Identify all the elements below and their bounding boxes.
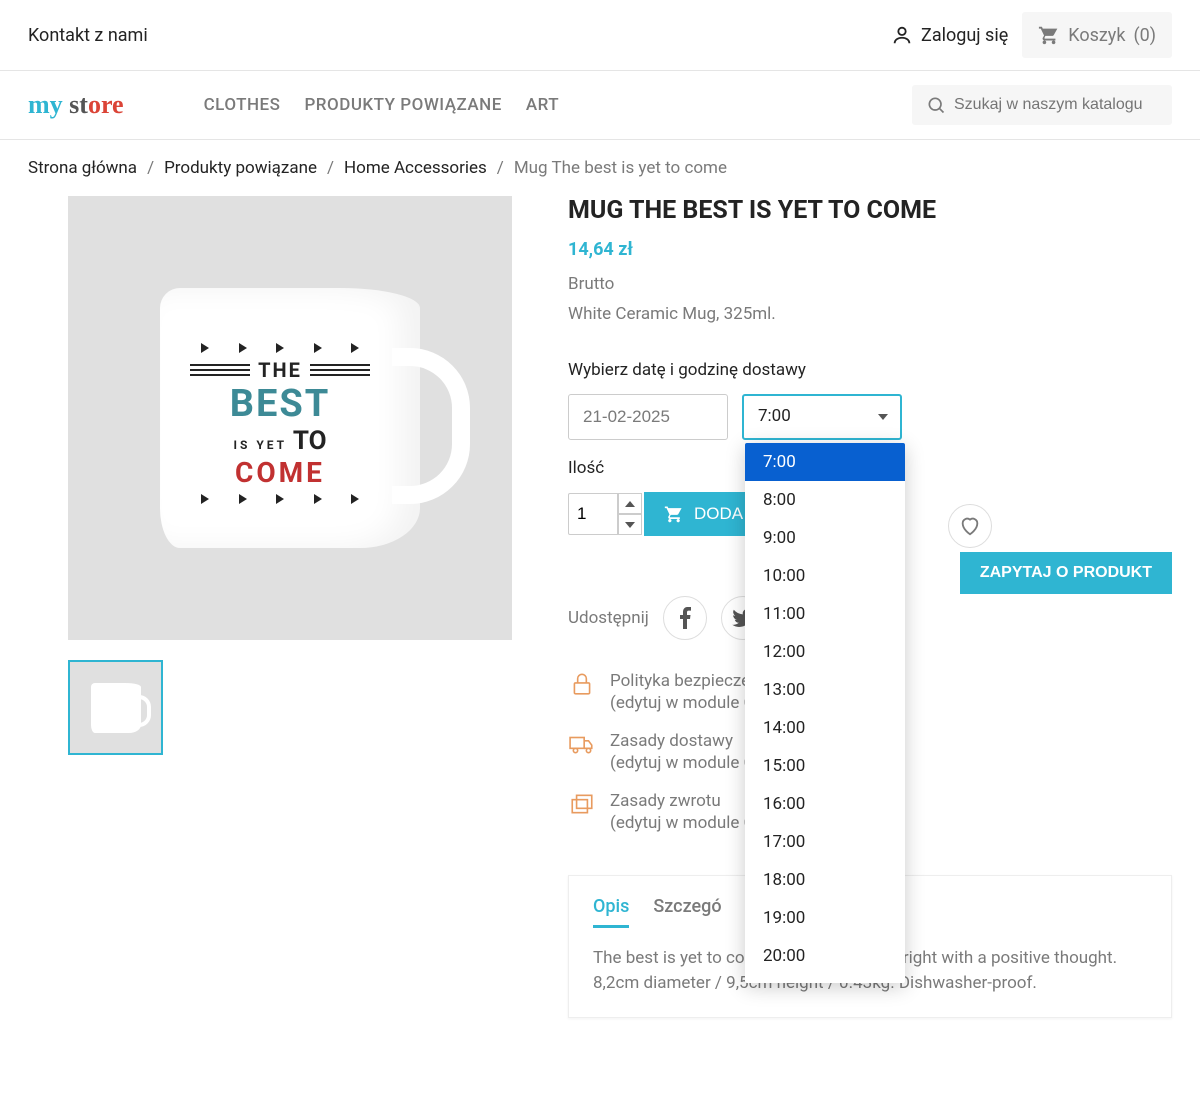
facebook-icon — [679, 607, 691, 629]
cart-count: (0) — [1133, 25, 1156, 46]
time-option-17-00[interactable]: 17:00 — [745, 823, 905, 861]
time-option-20-00[interactable]: 20:00 — [745, 937, 905, 975]
ask-product-button[interactable]: ZAPYTAJ O PRODUKT — [960, 552, 1172, 594]
product-title: MUG THE BEST IS YET TO COME — [568, 196, 1172, 225]
cart-icon — [1038, 24, 1060, 46]
return-icon — [568, 790, 596, 818]
login-link[interactable]: Zaloguj się — [877, 16, 1022, 54]
contact-link[interactable]: Kontakt z nami — [28, 25, 148, 46]
bc-accessories[interactable]: Home Accessories — [344, 158, 487, 178]
bc-current: Mug The best is yet to come — [514, 158, 727, 178]
product-gallery: THE BEST IS YET TO COME — [28, 196, 538, 1018]
short-description: White Ceramic Mug, 325ml. — [568, 304, 1172, 324]
time-option-11-00[interactable]: 11:00 — [745, 595, 905, 633]
tab-details[interactable]: Szczegó — [653, 896, 721, 928]
person-icon — [891, 24, 913, 46]
heart-icon — [959, 515, 981, 537]
main-nav: CLOTHES PRODUKTY POWIĄZANE ART — [204, 95, 560, 115]
time-option-10-00[interactable]: 10:00 — [745, 557, 905, 595]
chevron-up-icon — [625, 501, 635, 507]
qty-up[interactable] — [618, 493, 642, 514]
product-details: MUG THE BEST IS YET TO COME 14,64 zł Bru… — [568, 196, 1172, 1018]
thumbnail-1[interactable] — [68, 660, 163, 755]
share-label: Udostępnij — [568, 608, 649, 628]
product-price: 14,64 zł — [568, 239, 1172, 260]
tax-label: Brutto — [568, 274, 1172, 294]
time-option-18-00[interactable]: 18:00 — [745, 861, 905, 899]
time-option-12-00[interactable]: 12:00 — [745, 633, 905, 671]
bc-home[interactable]: Strona główna — [28, 158, 137, 178]
time-dropdown: 7:008:009:0010:0011:0012:0013:0014:0015:… — [745, 443, 905, 983]
share-facebook[interactable] — [663, 596, 707, 640]
nav-related[interactable]: PRODUKTY POWIĄZANE — [304, 95, 501, 115]
breadcrumb: Strona główna/ Produkty powiązane/ Home … — [0, 140, 1200, 178]
truck-icon — [568, 730, 596, 758]
time-option-8-00[interactable]: 8:00 — [745, 481, 905, 519]
time-option-14-00[interactable]: 14:00 — [745, 709, 905, 747]
search-icon — [926, 95, 946, 115]
time-option-7-00[interactable]: 7:00 — [745, 443, 905, 481]
add-cart-label: DODA — [694, 504, 743, 524]
time-option-21-00[interactable]: 21:00 — [745, 975, 905, 983]
cart-link[interactable]: Koszyk (0) — [1022, 12, 1172, 58]
date-input[interactable] — [568, 394, 728, 440]
logo[interactable]: my store — [28, 90, 124, 120]
time-option-15-00[interactable]: 15:00 — [745, 747, 905, 785]
time-option-9-00[interactable]: 9:00 — [745, 519, 905, 557]
cart-icon — [664, 504, 684, 524]
bc-related[interactable]: Produkty powiązane — [164, 158, 317, 178]
nav-clothes[interactable]: CLOTHES — [204, 95, 281, 115]
nav-art[interactable]: ART — [526, 95, 559, 115]
chevron-down-icon — [625, 522, 635, 528]
header: my store CLOTHES PRODUKTY POWIĄZANE ART — [0, 71, 1200, 140]
time-option-19-00[interactable]: 19:00 — [745, 899, 905, 937]
time-option-16-00[interactable]: 16:00 — [745, 785, 905, 823]
quantity-input[interactable] — [568, 493, 618, 535]
cart-label: Koszyk — [1068, 25, 1125, 46]
mug-illustration: THE BEST IS YET TO COME — [160, 288, 420, 548]
search-input[interactable] — [954, 96, 1158, 114]
main-image[interactable]: THE BEST IS YET TO COME — [68, 196, 512, 640]
qty-down[interactable] — [618, 514, 642, 535]
search-box[interactable] — [912, 85, 1172, 125]
time-option-13-00[interactable]: 13:00 — [745, 671, 905, 709]
topbar: Kontakt z nami Zaloguj się Koszyk (0) — [0, 0, 1200, 71]
wishlist-button[interactable] — [948, 504, 992, 548]
login-label: Zaloguj się — [921, 25, 1008, 46]
tab-description[interactable]: Opis — [593, 896, 629, 928]
delivery-label: Wybierz datę i godzinę dostawy — [568, 360, 1172, 380]
lock-icon — [568, 670, 596, 698]
time-select[interactable]: 7:00 — [742, 394, 902, 440]
